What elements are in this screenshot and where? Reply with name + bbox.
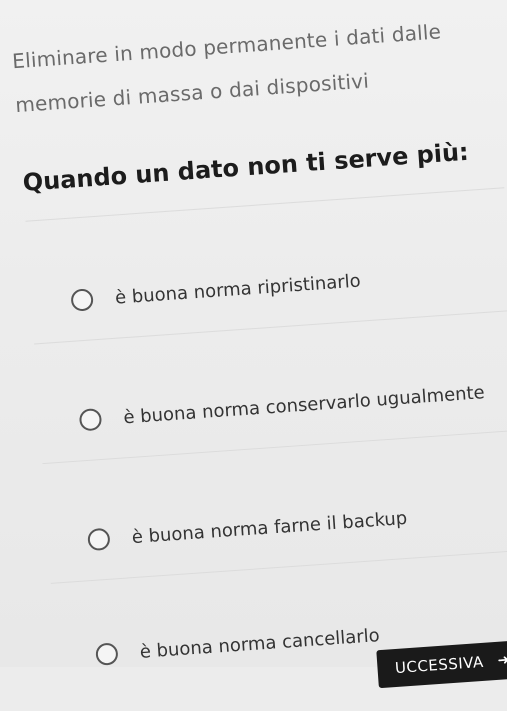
arrow-right-icon: ➜ (497, 652, 507, 669)
answer-option-label: è buona norma conservarlo ugualmente (122, 381, 486, 428)
radio-button[interactable] (87, 527, 111, 552)
topic-text: Eliminare in modo permanente i dati dall… (11, 7, 476, 127)
next-button-label: UCCESSIVA (394, 652, 485, 678)
answer-option-2[interactable]: è buona norma conservarlo ugualmente (78, 371, 507, 441)
answer-option-label: è buona norma cancellarlo (139, 624, 381, 663)
radio-button[interactable] (95, 642, 119, 666)
quiz-card: Eliminare in modo permanente i dati dall… (0, 0, 507, 689)
divider (25, 187, 505, 222)
radio-button[interactable] (70, 288, 94, 312)
answer-option-label: è buona norma ripristinarlo (114, 270, 362, 309)
answer-option-label: è buona norma farne il backup (131, 507, 408, 548)
answer-option-3[interactable]: è buona norma farne il backup (87, 490, 507, 560)
question-title: Quando un dato non ti serve più: (21, 137, 470, 197)
answer-option-1[interactable]: è buona norma ripristinarlo (70, 251, 502, 321)
radio-button[interactable] (78, 407, 103, 432)
quiz-page: Eliminare in modo permanente i dati dall… (0, 0, 507, 689)
